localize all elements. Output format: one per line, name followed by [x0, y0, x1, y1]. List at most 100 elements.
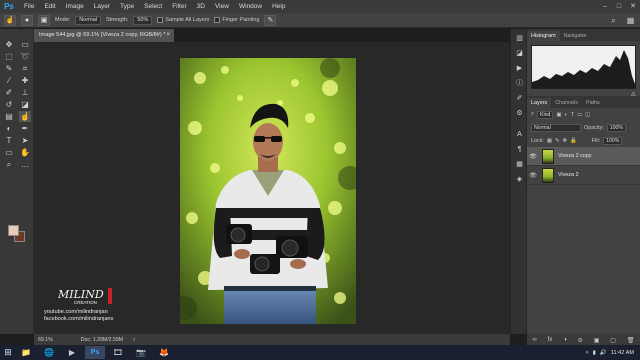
- stamp-tool-icon[interactable]: ⊥: [19, 87, 31, 98]
- layer-viveza-2-copy[interactable]: 👁 Viveza 2 copy: [527, 147, 640, 166]
- character-icon[interactable]: A: [513, 129, 526, 140]
- pen-tool-icon[interactable]: ✒: [19, 123, 31, 134]
- network-icon[interactable]: ▮: [593, 350, 596, 356]
- clock[interactable]: 11:42 AM: [611, 350, 634, 356]
- workspace-icon[interactable]: ▦: [625, 15, 636, 26]
- history-brush-tool-icon[interactable]: ↺: [3, 99, 15, 110]
- brush-panel-icon[interactable]: ▣: [38, 14, 50, 26]
- eyedropper-tool-icon[interactable]: ⁄: [3, 75, 15, 86]
- filter-smart-icon[interactable]: ◫: [585, 112, 590, 118]
- group-icon[interactable]: ▣: [594, 337, 600, 344]
- tab-channels[interactable]: Channels: [551, 98, 582, 108]
- taskbar-firefox-icon[interactable]: 🦊: [154, 346, 174, 359]
- menu-image[interactable]: Image: [61, 0, 89, 13]
- styles-icon[interactable]: ◈: [513, 174, 526, 185]
- smudge-tool-icon[interactable]: ☝: [19, 111, 31, 122]
- volume-icon[interactable]: 🔊: [600, 350, 607, 356]
- start-button-icon[interactable]: ⊞: [0, 345, 16, 360]
- pressure-icon[interactable]: ✎: [264, 14, 277, 26]
- search-icon[interactable]: ⌕: [608, 15, 619, 26]
- shape-tool-icon[interactable]: ▭: [3, 147, 15, 158]
- menu-view[interactable]: View: [210, 0, 234, 13]
- lock-pixels-icon[interactable]: ▦: [547, 138, 552, 144]
- lock-paint-icon[interactable]: ✎: [555, 138, 560, 144]
- path-select-tool-icon[interactable]: ➤: [19, 135, 31, 146]
- fill-field[interactable]: 100%: [603, 136, 623, 145]
- menu-edit[interactable]: Edit: [39, 0, 60, 13]
- history-icon[interactable]: ▥: [513, 33, 526, 44]
- minimize-button[interactable]: –: [598, 0, 612, 13]
- brush-preset-icon[interactable]: ●: [21, 14, 33, 26]
- close-button[interactable]: ✕: [626, 0, 640, 13]
- layer-style-icon[interactable]: fx: [548, 337, 553, 343]
- filter-shape-icon[interactable]: ▭: [577, 112, 582, 118]
- zoom-readout[interactable]: 69.1%: [38, 337, 53, 343]
- dodge-tool-icon[interactable]: ◐: [3, 123, 15, 134]
- crop-tool-icon[interactable]: ⌗: [19, 63, 31, 74]
- lasso-tool-icon[interactable]: ➰: [19, 51, 31, 62]
- lock-move-icon[interactable]: ✥: [563, 138, 568, 144]
- menu-filter[interactable]: Filter: [167, 0, 191, 13]
- healing-tool-icon[interactable]: ✚: [19, 75, 31, 86]
- eraser-tool-icon[interactable]: ◪: [19, 99, 31, 110]
- gradient-tool-icon[interactable]: ▤: [3, 111, 15, 122]
- taskbar-video-icon[interactable]: 🎞: [108, 346, 128, 359]
- menu-help[interactable]: Help: [267, 0, 290, 13]
- taskbar-photoshop-icon[interactable]: Ps: [85, 346, 105, 359]
- zoom-tool-icon[interactable]: ⌕: [3, 159, 15, 170]
- tool-preset-icon[interactable]: ☝: [4, 14, 16, 26]
- document-image[interactable]: [180, 58, 356, 324]
- paragraph-icon[interactable]: ¶: [513, 144, 526, 155]
- taskbar-camera-icon[interactable]: 📷: [131, 346, 151, 359]
- opacity-field[interactable]: 100%: [606, 123, 627, 132]
- menu-layer[interactable]: Layer: [89, 0, 115, 13]
- finger-painting-checkbox[interactable]: Finger Painting: [214, 17, 259, 23]
- visibility-eye-icon[interactable]: 👁: [527, 153, 539, 160]
- info-icon[interactable]: ⓘ: [513, 78, 526, 89]
- menu-select[interactable]: Select: [139, 0, 167, 13]
- brush-tool-icon[interactable]: ✐: [3, 87, 15, 98]
- mode-select[interactable]: Normal: [75, 15, 102, 25]
- strength-field[interactable]: 50%: [133, 15, 153, 25]
- taskbar-explorer-icon[interactable]: 📁: [16, 346, 36, 359]
- visibility-eye-icon[interactable]: 👁: [527, 172, 539, 179]
- taskbar-browser-icon[interactable]: 🌐: [39, 346, 59, 359]
- move-tool-icon[interactable]: ✥: [3, 39, 15, 50]
- artboard-tool-icon[interactable]: ▭: [19, 39, 31, 50]
- menu-window[interactable]: Window: [234, 0, 267, 13]
- more-tools-icon[interactable]: …: [19, 159, 31, 170]
- lock-all-icon[interactable]: 🔒: [570, 138, 577, 144]
- link-layers-icon[interactable]: ∞: [532, 337, 536, 343]
- filter-type-icon[interactable]: T: [571, 112, 574, 118]
- blend-mode-select[interactable]: Normal: [531, 123, 581, 132]
- filter-pixel-icon[interactable]: ▣: [556, 112, 561, 118]
- play-actions-icon[interactable]: ▶: [513, 63, 526, 74]
- sample-all-layers-checkbox[interactable]: Sample All Layers: [157, 17, 209, 23]
- foreground-color-swatch[interactable]: [8, 225, 19, 236]
- marquee-tool-icon[interactable]: ⬚: [3, 51, 15, 62]
- menu-file[interactable]: File: [19, 0, 39, 13]
- mask-icon[interactable]: ⊘: [578, 337, 583, 344]
- tab-histogram[interactable]: Histogram: [527, 31, 560, 41]
- close-tab-icon[interactable]: ×: [166, 29, 170, 42]
- clone-source-icon[interactable]: ⚙: [513, 108, 526, 119]
- new-layer-icon[interactable]: ▢: [610, 337, 616, 344]
- status-menu-arrow-icon[interactable]: ›: [133, 337, 135, 343]
- menu-type[interactable]: Type: [115, 0, 139, 13]
- tab-layers[interactable]: Layers: [527, 98, 552, 108]
- swatches-icon[interactable]: ▦: [513, 159, 526, 170]
- tab-navigator[interactable]: Navigator: [560, 31, 591, 41]
- adjustment-layer-icon[interactable]: ◑: [563, 337, 567, 343]
- menu-3d[interactable]: 3D: [192, 0, 210, 13]
- quick-select-tool-icon[interactable]: ✎: [3, 63, 15, 74]
- taskbar-media-icon[interactable]: ▶: [62, 346, 82, 359]
- type-tool-icon[interactable]: T: [3, 135, 15, 146]
- delete-layer-icon[interactable]: 🗑: [627, 337, 635, 344]
- adjustments-icon[interactable]: ◪: [513, 48, 526, 59]
- hand-tool-icon[interactable]: ✋: [19, 147, 31, 158]
- brush-settings-icon[interactable]: ✐: [513, 93, 526, 104]
- maximize-button[interactable]: □: [612, 0, 626, 13]
- tab-paths[interactable]: Paths: [582, 98, 604, 108]
- kind-filter-select[interactable]: Kind: [537, 110, 554, 119]
- filter-adjust-icon[interactable]: ◐: [565, 112, 568, 118]
